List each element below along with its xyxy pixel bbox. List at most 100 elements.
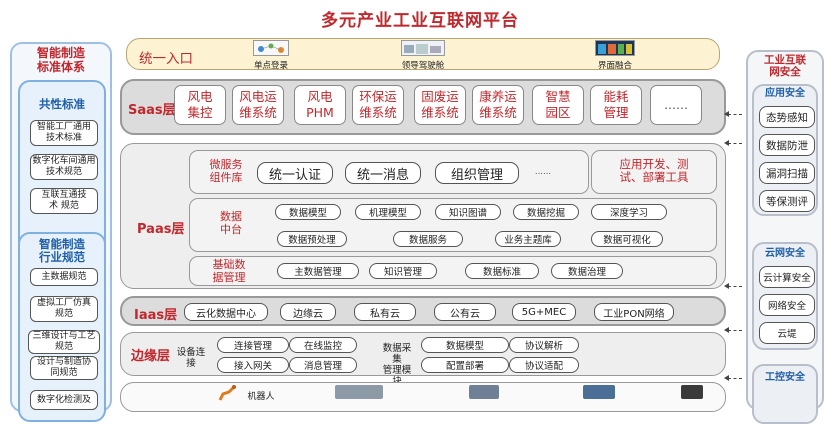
iaas-layer: Iaas层 云化数据中心 边缘云 私有云 公有云 5G+MEC 工业PON网络 [120,296,726,326]
saas-app: 康养运 维系统 [472,85,524,125]
iaas-item: 5G+MEC [512,303,576,321]
data-platform-item: 业务主题库 [495,231,561,247]
standard-item: 智能工厂通用 技术标准 [30,120,98,146]
data-collect-label: 数据采 集 管理模 块 [382,343,412,387]
iaas-item: 边缘云 [280,303,336,321]
data-platform-item: 数据可视化 [591,231,663,247]
arrow-head-icon [724,140,729,146]
iaas-item: 公有云 [434,303,496,321]
sso-thumbnail [253,40,289,56]
arrow-head-icon [724,375,729,381]
master-data-item: 数据标准 [465,263,539,279]
saas-app-more: ...... [650,85,702,125]
standards-title: 智能制造 标准体系 [36,46,85,74]
paas-label: Paas层 [137,222,185,237]
ics-security-group: 工控安全 [752,364,818,424]
master-data-item: 数据治理 [551,263,623,279]
data-collect-item: 协议适配 [509,357,579,373]
security-item: 云堤 [759,322,815,344]
saas-app: 风电运 维系统 [232,85,284,125]
saas-label: Saas层 [128,103,176,118]
security-item: 数据防泄 [759,134,815,156]
data-platform-item: 机理模型 [355,204,421,220]
standard-item: 互联互通技 术 规范 [30,188,98,214]
security-item: 网络安全 [759,294,815,316]
common-standards-title: 共性标准 [39,97,85,111]
security-item: 等保测评 [759,190,815,212]
device-row: 机器人 [120,382,726,412]
saas-app: 风电 PHM [294,85,346,125]
arrow-connector [728,378,742,379]
standard-item: 三维设计与工艺 规范 [28,330,100,354]
device-connect-item: 接入网关 [217,357,289,373]
robot-label: 机器人 [247,392,275,402]
master-data-label: 基础数 据管理 [212,258,246,284]
microservice-label: 微服务 组件库 [209,158,243,184]
iaas-label: Iaas层 [134,308,178,323]
arrow-connector [728,330,742,331]
industry-standards-group: 智能制造 行业规范 主数据规范 虚拟工厂仿真 规范 三维设计与工艺 规范 设计与… [18,232,106,422]
arrow-connector [728,114,742,115]
paas-layer: Paas层 微服务 组件库 统一认证 统一消息 组织管理 ...... 应用开发… [120,143,726,289]
saas-layer: Saas层 风电 集控 风电运 维系统 风电 PHM 环保运 维系统 固废运 维… [120,79,726,135]
device-icon [681,385,703,399]
app-dev-label: 应用开发、测 试、部署工具 [619,157,689,184]
arrow-head-icon [724,111,729,117]
cabinet-icon [335,385,383,399]
security-title: 工业互联 网安全 [764,54,806,78]
arrow-head-icon [724,283,729,289]
app-security-title: 应用安全 [765,88,805,99]
data-platform-item: 知识图谱 [435,204,501,220]
device-connect-item: 连接管理 [217,337,289,353]
device-connect-item: 消息管理 [289,357,357,373]
security-item: 云计算安全 [759,266,815,288]
server-icon [469,385,499,399]
arrow-connector [728,286,742,287]
security-panel: 工业互联 网安全 应用安全 态势感知 数据防泄 漏洞扫描 等保测评 云网安全 云… [746,50,824,424]
device-connect-item: 在线监控 [289,337,357,353]
saas-app: 环保运 维系统 [352,85,404,125]
device-connect-label: 设备连 接 [176,347,206,369]
saas-app: 能耗 管理 [590,85,642,125]
entry-row: 统一入口 单点登录 领导驾驶舱 界面融合 [126,38,720,71]
edge-layer: 边缘层 设备连 接 连接管理 在线监控 接入网关 消息管理 数据采 集 管理模 … [120,332,726,387]
cloud-security-group: 云网安全 云计算安全 网络安全 云堤 [752,242,818,350]
cloud-security-title: 云网安全 [765,248,805,259]
data-platform-label: 数据 中台 [220,210,242,236]
dashboard-thumbnail [401,40,445,56]
data-platform-item: 数据预处理 [277,231,347,247]
microservice-more: ...... [534,167,552,177]
security-item: 态势感知 [759,106,815,128]
saas-app: 固废运 维系统 [414,85,466,125]
microservice-item: 统一消息 [345,162,421,184]
page-title: 多元产业工业互联网平台 [321,11,519,31]
standard-item: 数字化检测及 [30,390,98,410]
ics-security-title: 工控安全 [765,372,805,383]
data-platform-item: 数据挖掘 [513,204,579,220]
saas-app: 风电 集控 [174,85,226,125]
standard-item: 虚拟工厂仿真 规范 [30,296,98,322]
master-data-panel [189,256,717,286]
data-platform-item: 深度学习 [591,204,667,220]
interface-thumbnail [595,40,635,56]
entry-item: 单点登录 [253,61,288,71]
master-data-item: 知识管理 [369,263,437,279]
microservice-item: 统一认证 [257,162,333,184]
data-collect-item: 数据模型 [421,337,509,353]
data-collect-item: 协议解析 [509,337,579,353]
app-security-group: 应用安全 态势感知 数据防泄 漏洞扫描 等保测评 [752,84,818,216]
arrow-connector [728,143,742,144]
master-data-item: 主数据管理 [277,263,359,279]
security-item: 漏洞扫描 [759,162,815,184]
data-platform-item: 数据模型 [275,204,341,220]
entry-label: 统一入口 [139,51,193,67]
iaas-item: 私有云 [354,303,416,321]
standard-item: 设计与制造协 同规范 [30,356,98,380]
iaas-item: 云化数据中心 [184,303,268,321]
saas-app: 智慧 园区 [532,85,584,125]
iaas-item: 工业PON网络 [594,303,674,321]
standards-panel: 智能制造 标准体系 共性标准 智能工厂通用 技术标准 数字化车间通用 技术规范 … [10,42,112,422]
terminal-icon [583,385,615,399]
robot-icon [217,385,239,401]
entry-item: 界面融合 [597,61,632,71]
